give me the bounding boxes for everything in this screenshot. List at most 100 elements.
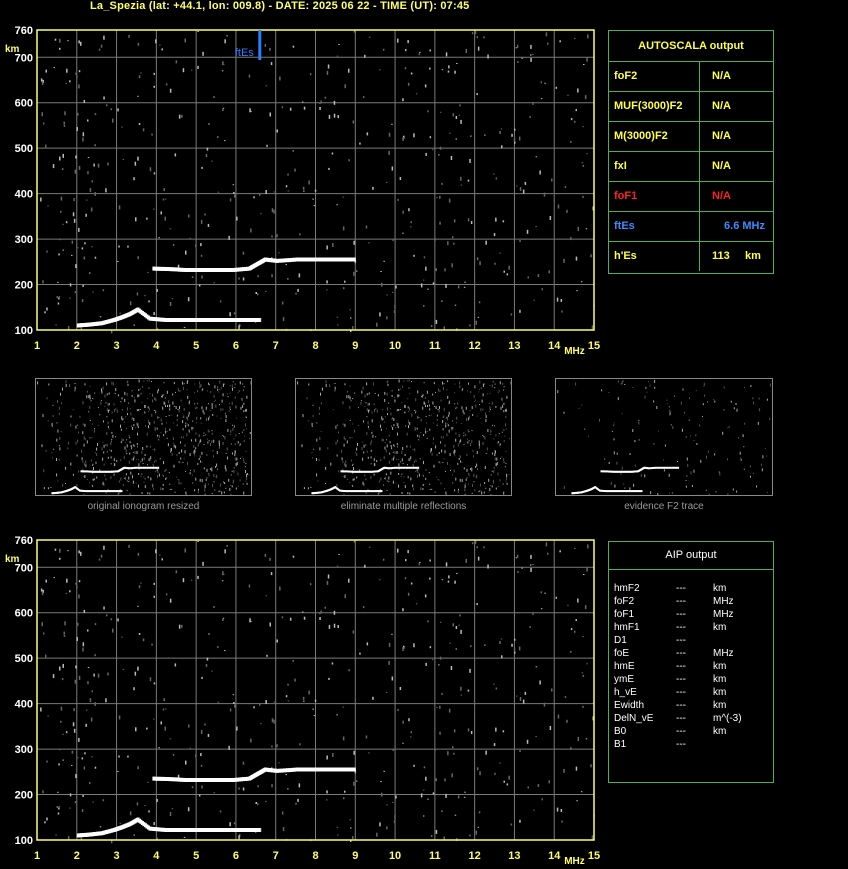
noise-dot bbox=[164, 726, 166, 731]
noise-dot bbox=[551, 688, 553, 692]
thumb-dot bbox=[233, 438, 235, 440]
thumb-dot bbox=[169, 408, 171, 411]
thumb-dot bbox=[165, 477, 167, 480]
noise-dot bbox=[591, 835, 594, 840]
thumb-dot bbox=[497, 441, 499, 444]
noise-dot bbox=[394, 304, 396, 309]
thumb-dot bbox=[330, 462, 332, 466]
noise-dot bbox=[59, 557, 61, 560]
thumb-dot bbox=[744, 422, 746, 425]
noise-dot bbox=[513, 647, 516, 652]
thumb-dot bbox=[94, 429, 96, 433]
thumb-dot bbox=[76, 483, 78, 487]
noise-dot bbox=[289, 617, 292, 621]
noise-dot bbox=[469, 324, 471, 327]
thumb-dot bbox=[454, 449, 456, 453]
noise-dot bbox=[320, 610, 322, 614]
thumb-dot bbox=[111, 431, 113, 434]
thumb-dot bbox=[398, 459, 400, 461]
thumb-dot bbox=[428, 404, 430, 407]
thumb-dot bbox=[137, 394, 139, 398]
thumb-dot bbox=[96, 476, 98, 479]
thumb-dot bbox=[307, 420, 309, 422]
noise-dot bbox=[431, 149, 434, 151]
thumb-trace bbox=[673, 466, 676, 469]
thumb-dot bbox=[180, 436, 182, 439]
noise-dot bbox=[476, 767, 479, 771]
thumb-dot bbox=[162, 474, 164, 476]
noise-dot bbox=[189, 237, 191, 239]
thumb-dot bbox=[177, 479, 179, 481]
thumb-dot bbox=[81, 449, 83, 453]
thumb-dot bbox=[355, 452, 356, 454]
noise-dot bbox=[560, 809, 563, 812]
noise-dot bbox=[75, 155, 77, 159]
thumb-dot bbox=[136, 409, 138, 412]
thumb-dot bbox=[620, 382, 622, 385]
noise-dot bbox=[302, 611, 304, 613]
noise-dot bbox=[533, 299, 535, 301]
noise-dot bbox=[302, 696, 305, 700]
thumb-dot bbox=[129, 452, 131, 455]
aip-param-value: --- bbox=[676, 583, 686, 594]
noise-dot bbox=[87, 629, 89, 632]
noise-dot bbox=[94, 113, 97, 116]
thumb-dot bbox=[210, 443, 211, 447]
thumb-dot bbox=[117, 494, 119, 497]
noise-dot bbox=[41, 81, 44, 86]
thumb-dot bbox=[497, 392, 499, 394]
noise-dot bbox=[75, 72, 77, 75]
thumb-dot bbox=[207, 390, 209, 392]
thumb-dot bbox=[209, 431, 210, 433]
thumb-dot bbox=[312, 404, 314, 406]
noise-dot bbox=[427, 620, 429, 623]
thumb-dot bbox=[165, 416, 167, 417]
thumb-dot bbox=[105, 478, 107, 481]
thumb-dot bbox=[423, 434, 425, 437]
thumb-dot bbox=[86, 440, 88, 444]
thumb-dot bbox=[489, 392, 491, 394]
thumb-dot bbox=[649, 384, 651, 387]
noise-dot bbox=[336, 826, 339, 828]
thumb-dot bbox=[150, 456, 152, 460]
thumb-dot bbox=[197, 402, 198, 405]
thumb-dot bbox=[137, 432, 138, 436]
thumb-dot bbox=[236, 462, 238, 465]
noise-dot bbox=[269, 112, 271, 117]
thumb-dot bbox=[241, 456, 243, 458]
thumb-dot bbox=[506, 395, 508, 399]
thumb-dot bbox=[227, 456, 229, 460]
thumb-dot bbox=[148, 425, 149, 429]
thumb-dot bbox=[471, 492, 473, 494]
thumb-dot bbox=[97, 443, 98, 446]
thumb-dot bbox=[246, 482, 248, 485]
noise-dot bbox=[163, 188, 165, 192]
thumb-dot bbox=[155, 459, 157, 462]
thumb-dot bbox=[166, 430, 168, 432]
noise-dot bbox=[429, 49, 431, 52]
thumb-dot bbox=[165, 405, 166, 408]
thumb-dot bbox=[151, 483, 153, 487]
thumb-dot bbox=[191, 429, 193, 431]
thumb-dot bbox=[646, 391, 648, 393]
noise-dot bbox=[570, 141, 572, 143]
thumb-dot bbox=[463, 444, 465, 445]
thumb-dot bbox=[344, 438, 346, 441]
noise-dot bbox=[495, 217, 497, 222]
x-tick-label: 12 bbox=[469, 340, 481, 352]
noise-dot bbox=[298, 273, 301, 278]
thumb-dot bbox=[349, 437, 351, 439]
thumb-trace bbox=[641, 490, 643, 493]
noise-dot bbox=[413, 764, 415, 767]
aip-param-name: D1 bbox=[614, 635, 627, 646]
thumb-dot bbox=[56, 422, 58, 424]
thumb-dot bbox=[490, 494, 492, 496]
thumbnail-original-plot bbox=[37, 379, 252, 498]
thumb-dot bbox=[158, 416, 160, 418]
thumb-dot bbox=[132, 427, 134, 430]
thumb-dot bbox=[83, 443, 85, 447]
thumb-dot bbox=[502, 389, 504, 391]
noise-dot bbox=[292, 150, 294, 152]
noise-dot bbox=[65, 592, 67, 594]
noise-dot bbox=[582, 195, 584, 198]
